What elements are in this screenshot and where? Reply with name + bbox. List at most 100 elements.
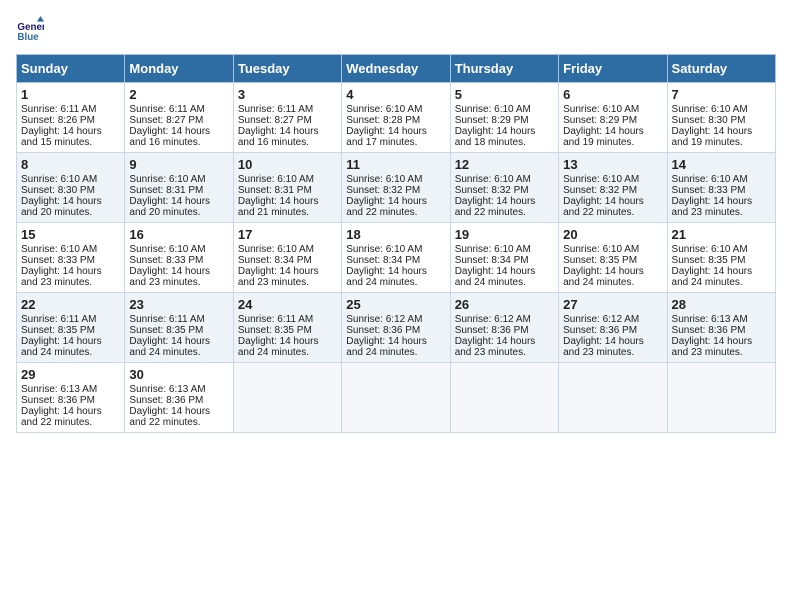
calendar-cell: 14 Sunrise: 6:10 AM Sunset: 8:33 PM Dayl… <box>667 153 775 223</box>
sunset-label: Sunset: 8:31 PM <box>129 185 203 196</box>
daylight-label: Daylight: 14 hours and 24 minutes. <box>672 266 753 288</box>
sunrise-label: Sunrise: 6:13 AM <box>129 384 205 395</box>
calendar-cell: 3 Sunrise: 6:11 AM Sunset: 8:27 PM Dayli… <box>233 83 341 153</box>
sunset-label: Sunset: 8:30 PM <box>21 185 95 196</box>
sunrise-label: Sunrise: 6:10 AM <box>455 104 531 115</box>
weekday-header: Tuesday <box>233 55 341 83</box>
sunset-label: Sunset: 8:35 PM <box>21 325 95 336</box>
sunset-label: Sunset: 8:29 PM <box>563 115 637 126</box>
page-header: General Blue <box>16 16 776 44</box>
sunrise-label: Sunrise: 6:10 AM <box>129 174 205 185</box>
sunset-label: Sunset: 8:36 PM <box>672 325 746 336</box>
day-number: 27 <box>563 297 662 312</box>
daylight-label: Daylight: 14 hours and 22 minutes. <box>563 196 644 218</box>
weekday-header: Saturday <box>667 55 775 83</box>
logo-icon: General Blue <box>16 16 44 44</box>
calendar-cell: 26 Sunrise: 6:12 AM Sunset: 8:36 PM Dayl… <box>450 293 558 363</box>
calendar-cell: 16 Sunrise: 6:10 AM Sunset: 8:33 PM Dayl… <box>125 223 233 293</box>
calendar-cell <box>233 363 341 433</box>
day-number: 29 <box>21 367 120 382</box>
daylight-label: Daylight: 14 hours and 22 minutes. <box>129 406 210 428</box>
day-number: 13 <box>563 157 662 172</box>
day-number: 14 <box>672 157 771 172</box>
calendar-week-row: 22 Sunrise: 6:11 AM Sunset: 8:35 PM Dayl… <box>17 293 776 363</box>
sunrise-label: Sunrise: 6:13 AM <box>672 314 748 325</box>
weekday-header: Friday <box>559 55 667 83</box>
daylight-label: Daylight: 14 hours and 22 minutes. <box>346 196 427 218</box>
daylight-label: Daylight: 14 hours and 23 minutes. <box>672 336 753 358</box>
calendar-cell: 25 Sunrise: 6:12 AM Sunset: 8:36 PM Dayl… <box>342 293 450 363</box>
daylight-label: Daylight: 14 hours and 24 minutes. <box>129 336 210 358</box>
day-number: 4 <box>346 87 445 102</box>
calendar-cell: 15 Sunrise: 6:10 AM Sunset: 8:33 PM Dayl… <box>17 223 125 293</box>
sunset-label: Sunset: 8:36 PM <box>346 325 420 336</box>
calendar-cell: 6 Sunrise: 6:10 AM Sunset: 8:29 PM Dayli… <box>559 83 667 153</box>
calendar-cell: 11 Sunrise: 6:10 AM Sunset: 8:32 PM Dayl… <box>342 153 450 223</box>
calendar-week-row: 15 Sunrise: 6:10 AM Sunset: 8:33 PM Dayl… <box>17 223 776 293</box>
day-number: 20 <box>563 227 662 242</box>
daylight-label: Daylight: 14 hours and 19 minutes. <box>563 126 644 148</box>
calendar-cell <box>559 363 667 433</box>
daylight-label: Daylight: 14 hours and 23 minutes. <box>455 336 536 358</box>
sunrise-label: Sunrise: 6:10 AM <box>672 174 748 185</box>
sunrise-label: Sunrise: 6:10 AM <box>129 244 205 255</box>
sunset-label: Sunset: 8:36 PM <box>455 325 529 336</box>
sunset-label: Sunset: 8:28 PM <box>346 115 420 126</box>
sunrise-label: Sunrise: 6:13 AM <box>21 384 97 395</box>
sunset-label: Sunset: 8:32 PM <box>563 185 637 196</box>
day-number: 21 <box>672 227 771 242</box>
daylight-label: Daylight: 14 hours and 17 minutes. <box>346 126 427 148</box>
daylight-label: Daylight: 14 hours and 19 minutes. <box>672 126 753 148</box>
sunrise-label: Sunrise: 6:11 AM <box>129 104 204 115</box>
calendar-cell: 29 Sunrise: 6:13 AM Sunset: 8:36 PM Dayl… <box>17 363 125 433</box>
sunset-label: Sunset: 8:33 PM <box>21 255 95 266</box>
calendar-cell: 17 Sunrise: 6:10 AM Sunset: 8:34 PM Dayl… <box>233 223 341 293</box>
day-number: 3 <box>238 87 337 102</box>
sunset-label: Sunset: 8:29 PM <box>455 115 529 126</box>
sunset-label: Sunset: 8:27 PM <box>238 115 312 126</box>
calendar-cell: 2 Sunrise: 6:11 AM Sunset: 8:27 PM Dayli… <box>125 83 233 153</box>
sunset-label: Sunset: 8:32 PM <box>455 185 529 196</box>
sunrise-label: Sunrise: 6:10 AM <box>346 104 422 115</box>
calendar-cell: 10 Sunrise: 6:10 AM Sunset: 8:31 PM Dayl… <box>233 153 341 223</box>
daylight-label: Daylight: 14 hours and 24 minutes. <box>21 336 102 358</box>
sunrise-label: Sunrise: 6:10 AM <box>672 244 748 255</box>
daylight-label: Daylight: 14 hours and 20 minutes. <box>21 196 102 218</box>
calendar-header-row: SundayMondayTuesdayWednesdayThursdayFrid… <box>17 55 776 83</box>
weekday-header: Wednesday <box>342 55 450 83</box>
calendar-cell: 1 Sunrise: 6:11 AM Sunset: 8:26 PM Dayli… <box>17 83 125 153</box>
sunrise-label: Sunrise: 6:10 AM <box>238 174 314 185</box>
calendar-table: SundayMondayTuesdayWednesdayThursdayFrid… <box>16 54 776 433</box>
daylight-label: Daylight: 14 hours and 23 minutes. <box>563 336 644 358</box>
calendar-cell: 21 Sunrise: 6:10 AM Sunset: 8:35 PM Dayl… <box>667 223 775 293</box>
calendar-cell: 30 Sunrise: 6:13 AM Sunset: 8:36 PM Dayl… <box>125 363 233 433</box>
daylight-label: Daylight: 14 hours and 20 minutes. <box>129 196 210 218</box>
svg-text:Blue: Blue <box>17 32 39 43</box>
day-number: 10 <box>238 157 337 172</box>
daylight-label: Daylight: 14 hours and 22 minutes. <box>21 406 102 428</box>
calendar-cell: 27 Sunrise: 6:12 AM Sunset: 8:36 PM Dayl… <box>559 293 667 363</box>
sunrise-label: Sunrise: 6:10 AM <box>455 174 531 185</box>
day-number: 9 <box>129 157 228 172</box>
sunset-label: Sunset: 8:36 PM <box>21 395 95 406</box>
calendar-week-row: 1 Sunrise: 6:11 AM Sunset: 8:26 PM Dayli… <box>17 83 776 153</box>
sunrise-label: Sunrise: 6:10 AM <box>455 244 531 255</box>
daylight-label: Daylight: 14 hours and 23 minutes. <box>21 266 102 288</box>
calendar-cell: 23 Sunrise: 6:11 AM Sunset: 8:35 PM Dayl… <box>125 293 233 363</box>
calendar-cell: 12 Sunrise: 6:10 AM Sunset: 8:32 PM Dayl… <box>450 153 558 223</box>
sunrise-label: Sunrise: 6:10 AM <box>563 244 639 255</box>
calendar-cell: 19 Sunrise: 6:10 AM Sunset: 8:34 PM Dayl… <box>450 223 558 293</box>
sunset-label: Sunset: 8:26 PM <box>21 115 95 126</box>
day-number: 5 <box>455 87 554 102</box>
calendar-body: 1 Sunrise: 6:11 AM Sunset: 8:26 PM Dayli… <box>17 83 776 433</box>
sunrise-label: Sunrise: 6:10 AM <box>346 244 422 255</box>
day-number: 15 <box>21 227 120 242</box>
daylight-label: Daylight: 14 hours and 24 minutes. <box>346 336 427 358</box>
sunset-label: Sunset: 8:34 PM <box>346 255 420 266</box>
daylight-label: Daylight: 14 hours and 23 minutes. <box>672 196 753 218</box>
sunrise-label: Sunrise: 6:10 AM <box>238 244 314 255</box>
sunset-label: Sunset: 8:30 PM <box>672 115 746 126</box>
day-number: 12 <box>455 157 554 172</box>
day-number: 16 <box>129 227 228 242</box>
daylight-label: Daylight: 14 hours and 24 minutes. <box>455 266 536 288</box>
